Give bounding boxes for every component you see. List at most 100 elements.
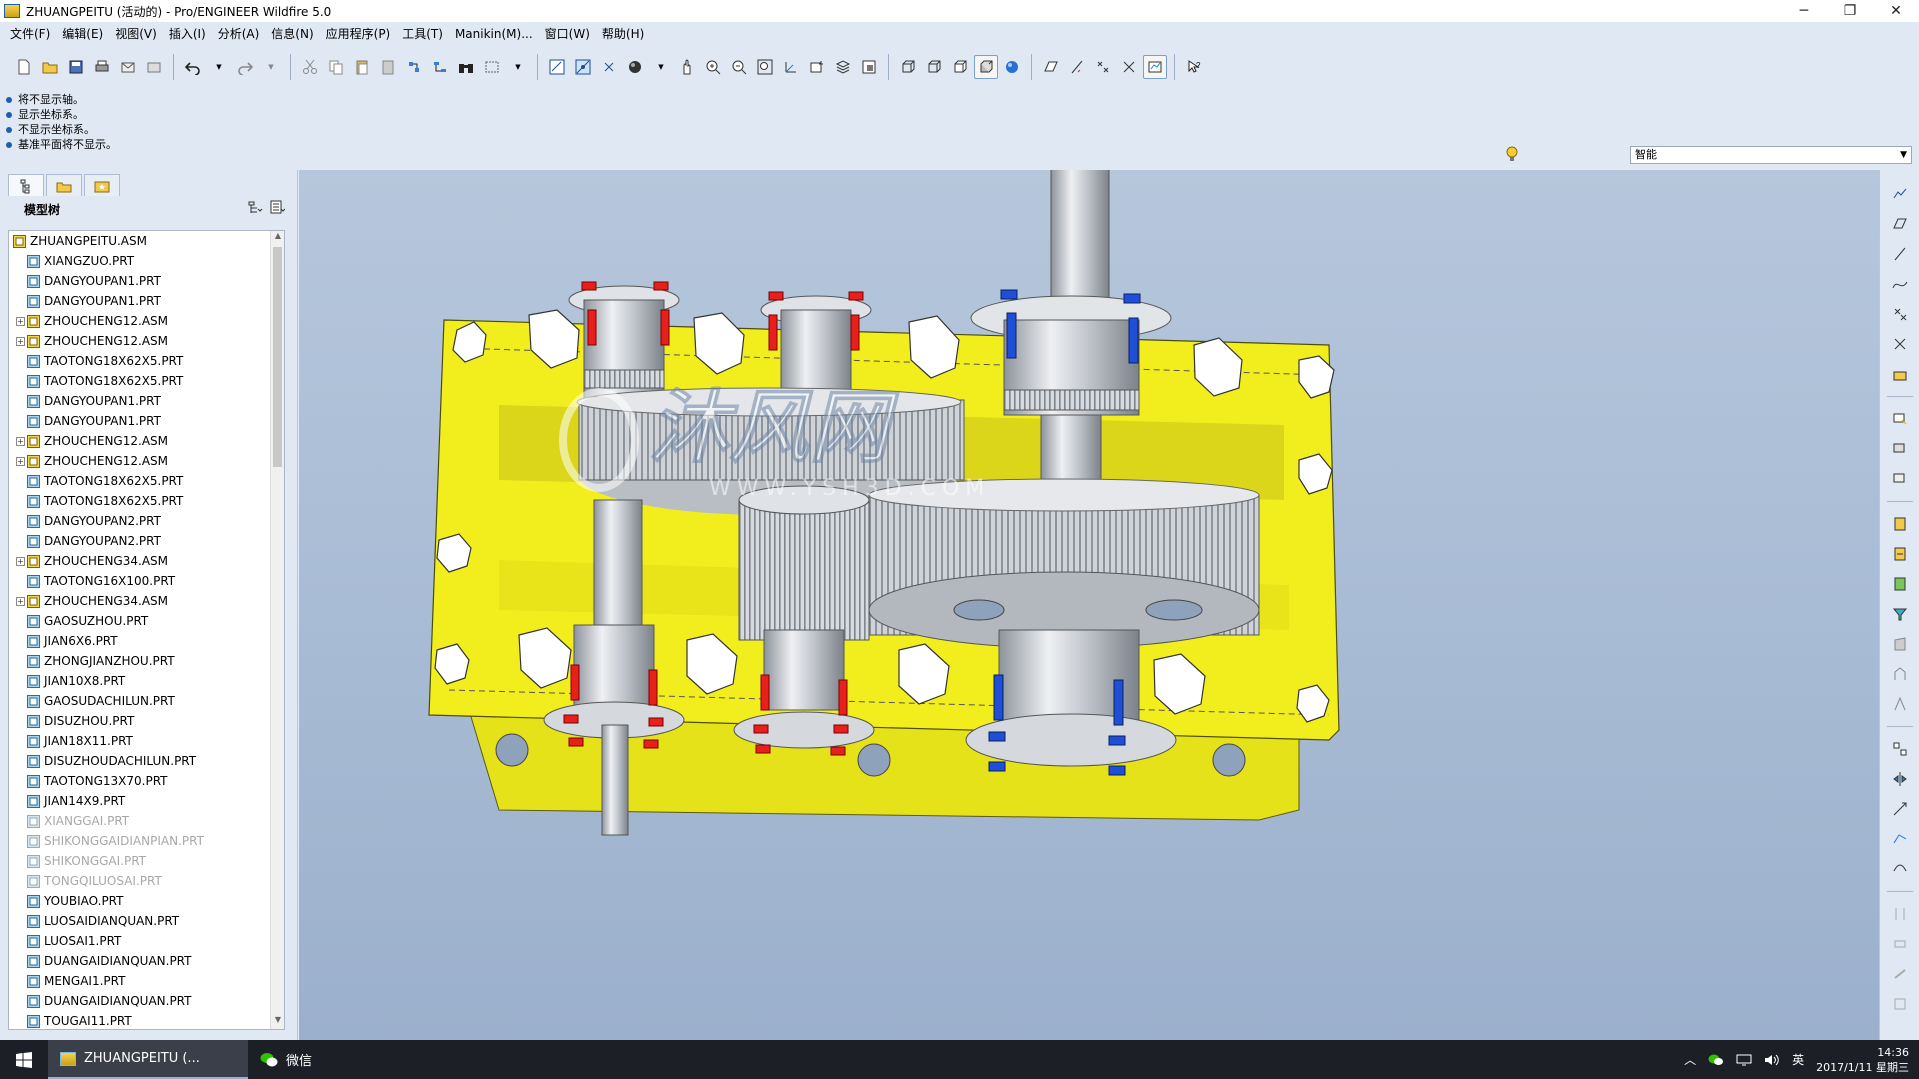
tree-item[interactable]: + ZHOUCHENG34.ASM xyxy=(9,591,284,611)
create-component-button[interactable] xyxy=(1888,437,1912,461)
tree-item[interactable]: TAOTONG18X62X5.PRT xyxy=(9,351,284,371)
datum-points-toggle[interactable] xyxy=(597,55,621,79)
new-file-button[interactable] xyxy=(12,55,36,79)
menu-manikin[interactable]: Manikin(M)... xyxy=(449,22,539,46)
undo-button[interactable] xyxy=(181,55,205,79)
ime-indicator[interactable]: 英 xyxy=(1792,1051,1804,1068)
tree-item[interactable]: DANGYOUPAN1.PRT xyxy=(9,291,284,311)
tree-item[interactable]: + ZHOUCHENG34.ASM xyxy=(9,551,284,571)
expand-icon[interactable]: + xyxy=(16,316,25,326)
wechat-tray-icon[interactable] xyxy=(1708,1053,1724,1067)
tree-item[interactable]: + ZHOUCHENG12.ASM xyxy=(9,311,284,331)
send-link-button[interactable] xyxy=(142,55,166,79)
paste-special-button[interactable] xyxy=(376,55,400,79)
tree-item[interactable]: JIAN18X11.PRT xyxy=(9,731,284,751)
lightbulb-icon[interactable] xyxy=(1505,145,1519,163)
extend-button[interactable] xyxy=(1888,902,1912,926)
regenerate-button[interactable] xyxy=(402,55,426,79)
reorient-button[interactable] xyxy=(779,55,803,79)
no-hidden-button[interactable] xyxy=(948,55,972,79)
tree-item[interactable]: LUOSAI1.PRT xyxy=(9,931,284,951)
menu-help[interactable]: 帮助(H) xyxy=(596,22,650,46)
hidden-line-button[interactable] xyxy=(922,55,946,79)
datum-planes-toggle[interactable] xyxy=(545,55,569,79)
tab-folder-browser[interactable] xyxy=(46,174,82,196)
tree-item[interactable]: XIANGGAI.PRT xyxy=(9,811,284,831)
tree-item[interactable]: GAOSUDACHILUN.PRT xyxy=(9,691,284,711)
zoom-out-button[interactable] xyxy=(727,55,751,79)
offset-button[interactable] xyxy=(1888,932,1912,956)
plane-button[interactable] xyxy=(1888,212,1912,236)
copy-button[interactable] xyxy=(324,55,348,79)
cut-button[interactable] xyxy=(298,55,322,79)
tree-item[interactable]: DUANGAIDIANQUAN.PRT xyxy=(9,991,284,1011)
tab-model-tree[interactable] xyxy=(8,174,44,196)
scroll-down-icon[interactable]: ▼ xyxy=(271,1015,284,1029)
tree-item[interactable]: YOUBIAO.PRT xyxy=(9,891,284,911)
tree-item[interactable]: SHIKONGGAIDIANPIAN.PRT xyxy=(9,831,284,851)
tree-item[interactable]: TOUGAI11.PRT xyxy=(9,1011,284,1029)
shading-button[interactable] xyxy=(974,55,998,79)
enhanced-realism-button[interactable] xyxy=(1000,55,1024,79)
round-button[interactable] xyxy=(1888,572,1912,596)
expand-icon[interactable]: + xyxy=(16,336,25,346)
selection-box-button[interactable] xyxy=(480,55,504,79)
mirror-button[interactable] xyxy=(1888,767,1912,791)
search-tool-button[interactable] xyxy=(454,55,478,79)
tray-expand-icon[interactable]: ︿ xyxy=(1684,1051,1696,1068)
layers-button[interactable] xyxy=(831,55,855,79)
scroll-thumb[interactable] xyxy=(273,247,282,467)
solidify-button[interactable] xyxy=(1888,992,1912,1016)
clock[interactable]: 14:36 2017/1/11 星期三 xyxy=(1816,1045,1909,1075)
tree-item[interactable]: DUANGAIDIANQUAN.PRT xyxy=(9,951,284,971)
coord-sys-dropdown[interactable]: ▼ xyxy=(649,55,673,79)
saved-views-button[interactable] xyxy=(805,55,829,79)
context-help-button[interactable]: ? xyxy=(1182,55,1206,79)
sketch-tool-button[interactable] xyxy=(1888,182,1912,206)
analysis-feature-button[interactable] xyxy=(1888,362,1912,386)
csys-button[interactable] xyxy=(1888,332,1912,356)
axis-button[interactable] xyxy=(1888,242,1912,266)
zoom-in-button[interactable] xyxy=(701,55,725,79)
start-button[interactable] xyxy=(0,1040,48,1079)
tree-item[interactable]: GAOSUZHOU.PRT xyxy=(9,611,284,631)
tab-favorites[interactable] xyxy=(84,174,120,196)
tree-scrollbar[interactable]: ▲ ▼ xyxy=(270,231,284,1029)
tree-item[interactable]: DANGYOUPAN2.PRT xyxy=(9,531,284,551)
cut-feature-button[interactable] xyxy=(1888,542,1912,566)
menu-file[interactable]: 文件(F) xyxy=(4,22,56,46)
graphics-window[interactable]: 沐风网 WWW.YSH3D.COM xyxy=(299,170,1879,1040)
tree-item[interactable]: XIANGZUO.PRT xyxy=(9,251,284,271)
chamfer-button[interactable] xyxy=(1888,602,1912,626)
undo-dropdown[interactable]: ▼ xyxy=(207,55,231,79)
menu-analysis[interactable]: 分析(A) xyxy=(212,22,266,46)
scroll-up-icon[interactable]: ▲ xyxy=(271,231,284,245)
open-file-button[interactable] xyxy=(38,55,62,79)
tree-item[interactable]: JIAN14X9.PRT xyxy=(9,791,284,811)
low-speed-gear[interactable] xyxy=(868,478,1260,649)
intermediate-pinion[interactable] xyxy=(738,485,870,641)
selection-dropdown[interactable]: ▼ xyxy=(506,55,530,79)
expand-icon[interactable]: + xyxy=(16,596,25,606)
menu-tools[interactable]: 工具(T) xyxy=(396,22,449,46)
analysis-tool-button[interactable] xyxy=(1143,55,1167,79)
save-button[interactable] xyxy=(64,55,88,79)
csys-tool-button[interactable] xyxy=(1117,55,1141,79)
tree-item[interactable]: ZHUANGPEITU.ASM xyxy=(9,231,284,251)
tree-item[interactable]: + ZHOUCHENG12.ASM xyxy=(9,451,284,471)
package-button[interactable] xyxy=(1888,467,1912,491)
coord-sys-toggle[interactable] xyxy=(623,55,647,79)
tree-item[interactable]: DANGYOUPAN1.PRT xyxy=(9,271,284,291)
expand-icon[interactable]: + xyxy=(16,556,25,566)
regen-manager-button[interactable] xyxy=(428,55,452,79)
hole-button[interactable] xyxy=(1888,512,1912,536)
tree-item[interactable]: DANGYOUPAN2.PRT xyxy=(9,511,284,531)
close-button[interactable]: ✕ xyxy=(1873,0,1919,22)
tree-item[interactable]: TONGQILUOSAI.PRT xyxy=(9,871,284,891)
view-manager-button[interactable] xyxy=(857,55,881,79)
taskbar-app-proe[interactable]: ZHUANGPEITU (... xyxy=(48,1040,248,1079)
input-shaft[interactable] xyxy=(593,499,643,641)
expand-icon[interactable]: + xyxy=(16,436,25,446)
selection-filter-dropdown[interactable]: 智能 ▼ xyxy=(1630,146,1912,164)
refit-button[interactable] xyxy=(753,55,777,79)
